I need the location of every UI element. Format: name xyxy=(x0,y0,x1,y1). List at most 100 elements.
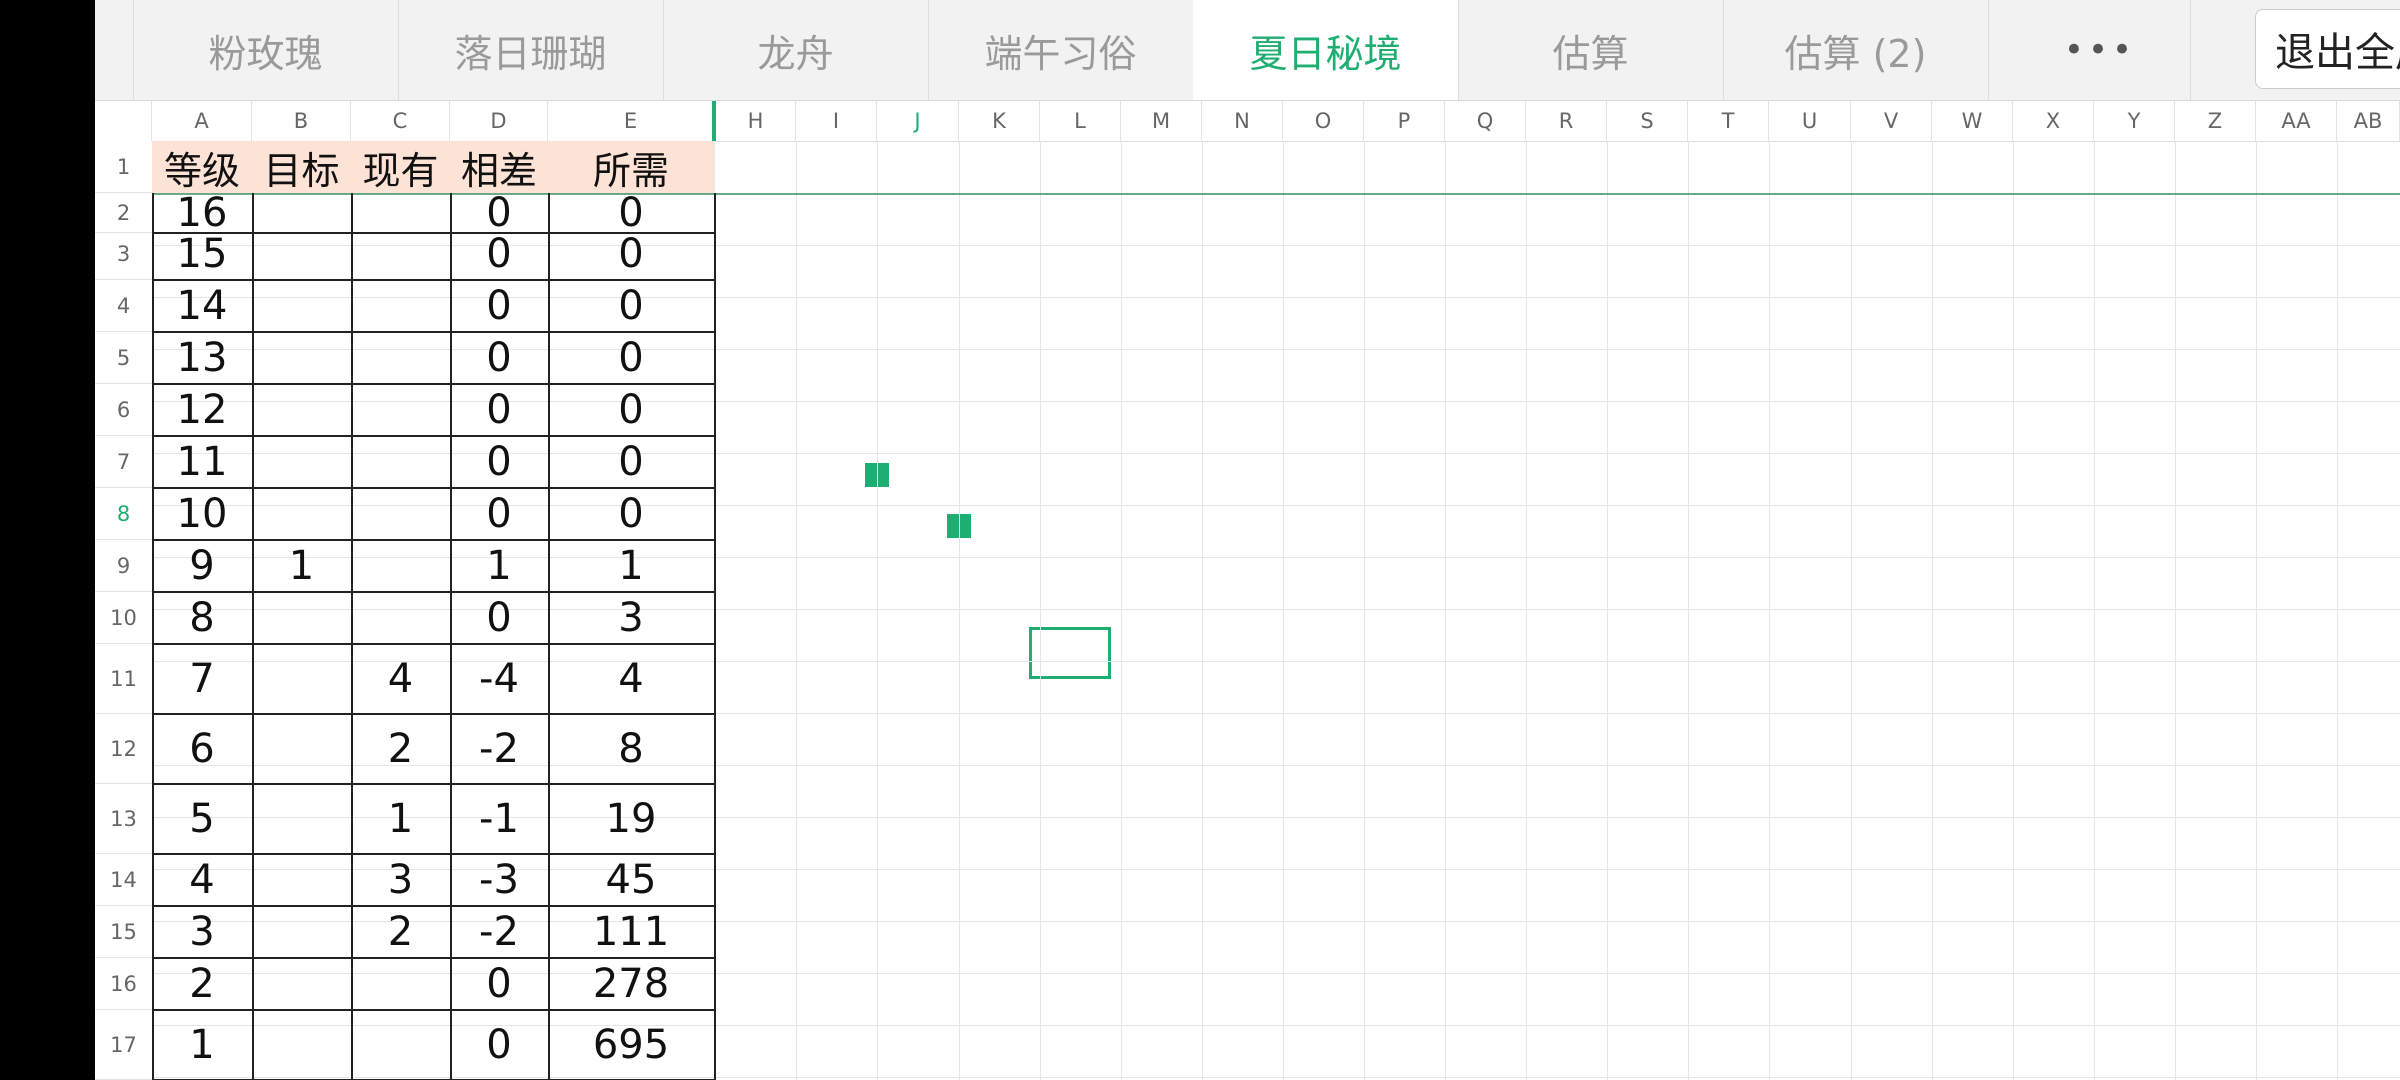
table-cell[interactable] xyxy=(252,906,351,958)
table-cell[interactable]: 278 xyxy=(548,958,714,1010)
sheet-tab-7[interactable]: 估算 (2) xyxy=(1723,0,1989,100)
table-cell[interactable]: 45 xyxy=(548,854,714,906)
column-header-H[interactable]: H xyxy=(716,101,796,141)
sheet-tab-1[interactable]: 粉玫瑰 xyxy=(133,0,399,100)
column-header-K[interactable]: K xyxy=(959,101,1040,141)
column-header-J[interactable]: J xyxy=(877,101,959,141)
table-cell[interactable]: 0 xyxy=(548,332,714,384)
table-cell[interactable] xyxy=(351,436,450,488)
table-cell[interactable]: 0 xyxy=(548,488,714,540)
row-header-12[interactable]: 12 xyxy=(95,714,152,784)
table-cell[interactable] xyxy=(351,332,450,384)
column-header-S[interactable]: S xyxy=(1607,101,1688,141)
column-header-T[interactable]: T xyxy=(1688,101,1769,141)
column-header-Q[interactable]: Q xyxy=(1445,101,1526,141)
column-header-V[interactable]: V xyxy=(1851,101,1932,141)
row-header-2[interactable]: 2 xyxy=(95,193,152,233)
column-header-B[interactable]: B xyxy=(252,101,351,141)
row-header-7[interactable]: 7 xyxy=(95,436,152,488)
table-cell[interactable] xyxy=(252,280,351,332)
table-cell[interactable]: 2 xyxy=(152,958,252,1010)
column-header-O[interactable]: O xyxy=(1283,101,1364,141)
table-cell[interactable]: 11 xyxy=(152,436,252,488)
table-cell[interactable] xyxy=(252,784,351,854)
table-cell[interactable]: 0 xyxy=(450,280,548,332)
table-cell[interactable]: 2 xyxy=(351,714,450,784)
column-header-L[interactable]: L xyxy=(1040,101,1121,141)
column-header-N[interactable]: N xyxy=(1202,101,1283,141)
table-cell[interactable]: 0 xyxy=(548,190,714,236)
column-header-C[interactable]: C xyxy=(351,101,450,141)
table-cell[interactable]: 0 xyxy=(450,488,548,540)
table-header-cell[interactable]: 等级 xyxy=(152,141,252,193)
column-header-W[interactable]: W xyxy=(1932,101,2013,141)
column-header-E[interactable]: E xyxy=(548,101,714,141)
row-header-17[interactable]: 17 xyxy=(95,1010,152,1080)
table-cell[interactable]: -4 xyxy=(450,644,548,714)
sheet-tab-5[interactable]: 夏日秘境 xyxy=(1193,0,1459,100)
table-cell[interactable] xyxy=(351,280,450,332)
table-cell[interactable]: 6 xyxy=(152,714,252,784)
table-cell[interactable]: 1 xyxy=(548,540,714,592)
table-cell[interactable]: 1 xyxy=(450,540,548,592)
table-cell[interactable]: 111 xyxy=(548,906,714,958)
table-cell[interactable]: 0 xyxy=(548,228,714,280)
column-header-D[interactable]: D xyxy=(450,101,548,141)
table-cell[interactable]: 0 xyxy=(450,332,548,384)
table-cell[interactable]: 3 xyxy=(152,906,252,958)
column-header-X[interactable]: X xyxy=(2013,101,2094,141)
table-cell[interactable]: 0 xyxy=(450,592,548,644)
table-cell[interactable]: 695 xyxy=(548,1010,714,1080)
column-header-R[interactable]: R xyxy=(1526,101,1607,141)
table-cell[interactable]: -2 xyxy=(450,714,548,784)
column-header-Z[interactable]: Z xyxy=(2175,101,2256,141)
row-header-14[interactable]: 14 xyxy=(95,854,152,906)
table-cell[interactable] xyxy=(252,1010,351,1080)
table-cell[interactable] xyxy=(351,540,450,592)
table-cell[interactable] xyxy=(351,488,450,540)
row-header-4[interactable]: 4 xyxy=(95,280,152,332)
table-cell[interactable] xyxy=(351,193,450,233)
table-cell[interactable] xyxy=(252,384,351,436)
row-header-15[interactable]: 15 xyxy=(95,906,152,958)
sheet-tab-3[interactable]: 龙舟 xyxy=(663,0,929,100)
table-cell[interactable]: 4 xyxy=(351,644,450,714)
table-cell[interactable] xyxy=(351,228,450,280)
table-cell[interactable]: 2 xyxy=(351,906,450,958)
table-cell[interactable] xyxy=(252,714,351,784)
table-cell[interactable]: 8 xyxy=(152,592,252,644)
table-cell[interactable]: 1 xyxy=(351,784,450,854)
column-header-U[interactable]: U xyxy=(1769,101,1851,141)
row-header-3[interactable]: 3 xyxy=(95,228,152,280)
table-cell[interactable]: 10 xyxy=(152,488,252,540)
table-cell[interactable]: 14 xyxy=(152,280,252,332)
table-cell[interactable]: 0 xyxy=(450,436,548,488)
table-cell[interactable] xyxy=(252,193,351,233)
table-cell[interactable] xyxy=(252,958,351,1010)
table-cell[interactable] xyxy=(252,488,351,540)
table-cell[interactable]: 4 xyxy=(548,644,714,714)
sheet-tab-6[interactable]: 估算 xyxy=(1458,0,1724,100)
table-header-cell[interactable]: 相差 xyxy=(450,141,548,193)
column-header-I[interactable]: I xyxy=(796,101,877,141)
table-cell[interactable]: 3 xyxy=(351,854,450,906)
row-header-11[interactable]: 11 xyxy=(95,644,152,714)
row-header-10[interactable]: 10 xyxy=(95,592,152,644)
row-header-8[interactable]: 8 xyxy=(95,488,152,540)
table-cell[interactable]: 12 xyxy=(152,384,252,436)
table-cell[interactable]: 3 xyxy=(548,592,714,644)
table-cell[interactable] xyxy=(252,436,351,488)
table-cell[interactable]: 15 xyxy=(152,228,252,280)
exit-fullscreen-button[interactable]: 退出全屏 xyxy=(2255,9,2400,89)
more-tabs-button[interactable]: ••• xyxy=(2010,0,2191,100)
table-cell[interactable]: 0 xyxy=(450,958,548,1010)
table-cell[interactable] xyxy=(351,592,450,644)
table-cell[interactable]: -2 xyxy=(450,906,548,958)
frozen-column-divider[interactable] xyxy=(712,101,716,141)
sheet-grid[interactable]: 等级 目标 现有 相差 所需 16 0 0 15 0 0 14 0 0 13 0 0 12 0 0 11 0 0 10 0 0 9 1… xyxy=(152,141,2400,1080)
table-cell[interactable] xyxy=(252,228,351,280)
table-cell[interactable]: 13 xyxy=(152,332,252,384)
table-cell[interactable] xyxy=(252,592,351,644)
column-header-P[interactable]: P xyxy=(1364,101,1445,141)
column-header-AB[interactable]: AB xyxy=(2337,101,2400,141)
